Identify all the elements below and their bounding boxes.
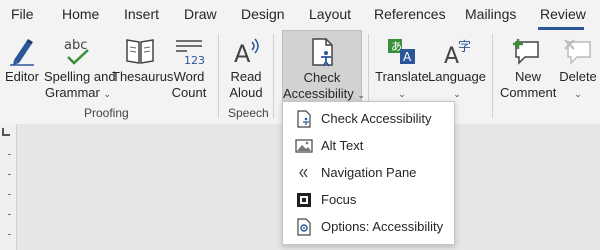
svg-text:A: A bbox=[234, 40, 251, 66]
tab-references[interactable]: References bbox=[374, 6, 446, 22]
spelling-grammar-button[interactable]: abc Spelling and Grammar ⌄ bbox=[44, 30, 116, 102]
ruler-tick bbox=[8, 154, 11, 155]
tab-review[interactable]: Review bbox=[540, 6, 586, 22]
svg-text:123: 123 bbox=[184, 54, 205, 66]
tab-stop-icon[interactable] bbox=[2, 128, 10, 136]
chevron-down-icon: ⌄ bbox=[398, 89, 406, 99]
delete-comment-icon bbox=[564, 39, 591, 65]
menu-item-options-accessibility[interactable]: Options: Accessibility bbox=[283, 213, 454, 240]
new-comment-button[interactable]: New Comment bbox=[500, 30, 556, 102]
language-button[interactable]: A 字 Language ⌄ bbox=[428, 30, 486, 102]
editor-label: Editor bbox=[5, 69, 39, 84]
vertical-ruler bbox=[0, 124, 17, 250]
alt-text-icon bbox=[295, 139, 313, 153]
svg-text:A: A bbox=[403, 50, 412, 64]
menu-item-check-accessibility[interactable]: Check Accessibility bbox=[283, 105, 454, 132]
group-separator bbox=[273, 34, 274, 118]
translate-icon: あ A bbox=[388, 39, 415, 64]
group-separator bbox=[492, 34, 493, 118]
svg-text:字: 字 bbox=[458, 40, 471, 55]
word-count-label-line1: Word bbox=[173, 69, 205, 84]
focus-icon bbox=[297, 193, 311, 207]
tab-insert[interactable]: Insert bbox=[124, 6, 159, 22]
check-accessibility-dropdown-menu: Check Accessibility Alt Text Navigation … bbox=[282, 101, 455, 245]
word-count-label-line2: Count bbox=[171, 85, 207, 100]
editor-button[interactable]: Editor bbox=[2, 30, 42, 102]
menu-item-navigation-pane[interactable]: Navigation Pane bbox=[283, 159, 454, 186]
menu-item-focus[interactable]: Focus bbox=[283, 186, 454, 213]
menu-item-label: Navigation Pane bbox=[321, 165, 417, 180]
new-comment-icon bbox=[513, 39, 539, 65]
chevron-down-icon: ⌄ bbox=[103, 89, 112, 99]
spelling-label-line2: Grammar bbox=[44, 85, 100, 100]
read-aloud-label-line2: Aloud bbox=[229, 85, 263, 100]
ruler-tick bbox=[8, 214, 11, 215]
ruler-tick bbox=[8, 234, 11, 235]
new-comment-label-line1: New bbox=[514, 69, 541, 84]
read-aloud-button[interactable]: A Read Aloud bbox=[224, 30, 268, 102]
translate-button[interactable]: あ A Translate ⌄ bbox=[374, 30, 430, 102]
menu-item-label: Options: Accessibility bbox=[321, 219, 444, 234]
check-accessibility-label-line1: Check bbox=[303, 70, 341, 85]
translate-label: Translate bbox=[375, 69, 429, 84]
check-accessibility-button[interactable]: Check Accessibility ⌄ bbox=[282, 30, 365, 103]
new-comment-label-line2: Comment bbox=[500, 85, 557, 100]
word-count-button[interactable]: 123 Word Count bbox=[168, 30, 210, 102]
book-icon bbox=[126, 39, 154, 64]
double-chevron-left-icon bbox=[299, 168, 308, 178]
tab-layout[interactable]: Layout bbox=[309, 6, 351, 22]
spelling-label-line1: Spelling and bbox=[44, 69, 116, 84]
chevron-down-icon: ⌄ bbox=[357, 90, 365, 100]
ruler-tick bbox=[8, 194, 11, 195]
accessibility-doc-icon bbox=[312, 38, 333, 67]
svg-text:abc: abc bbox=[64, 38, 87, 53]
check-accessibility-label-line2: Accessibility bbox=[283, 86, 354, 101]
thesaurus-label: Thesaurus bbox=[112, 69, 174, 84]
spelling-abc-check-icon: abc bbox=[64, 38, 89, 65]
thesaurus-button[interactable]: Thesaurus bbox=[112, 30, 174, 102]
language-icon: A 字 bbox=[444, 40, 471, 66]
tab-file[interactable]: File bbox=[11, 6, 34, 22]
read-aloud-icon: A bbox=[234, 38, 259, 66]
options-accessibility-icon bbox=[297, 218, 311, 236]
language-label: Language bbox=[428, 69, 486, 84]
chevron-down-icon: ⌄ bbox=[453, 89, 461, 99]
accessibility-doc-icon bbox=[297, 110, 311, 128]
speech-group-label: Speech bbox=[228, 106, 269, 120]
tab-design[interactable]: Design bbox=[241, 6, 285, 22]
read-aloud-label-line1: Read bbox=[230, 69, 262, 84]
tab-mailings[interactable]: Mailings bbox=[465, 6, 516, 22]
menu-item-label: Focus bbox=[321, 192, 357, 207]
delete-label: Delete bbox=[559, 69, 597, 84]
menu-item-alt-text[interactable]: Alt Text bbox=[283, 132, 454, 159]
tab-home[interactable]: Home bbox=[62, 6, 99, 22]
ruler-tick bbox=[8, 174, 11, 175]
menu-item-label: Check Accessibility bbox=[321, 111, 432, 126]
editor-pen-icon bbox=[10, 39, 34, 66]
svg-text:A: A bbox=[444, 44, 459, 66]
ribbon-tab-bar: File Home Insert Draw Design Layout Refe… bbox=[0, 0, 600, 30]
delete-comment-button[interactable]: Delete ⌄ bbox=[556, 30, 600, 102]
proofing-group-label: Proofing bbox=[84, 106, 129, 120]
menu-item-label: Alt Text bbox=[321, 138, 364, 153]
word-count-123-icon: 123 bbox=[176, 40, 205, 66]
group-separator bbox=[218, 34, 219, 118]
chevron-down-icon: ⌄ bbox=[574, 89, 582, 99]
tab-draw[interactable]: Draw bbox=[184, 6, 217, 22]
